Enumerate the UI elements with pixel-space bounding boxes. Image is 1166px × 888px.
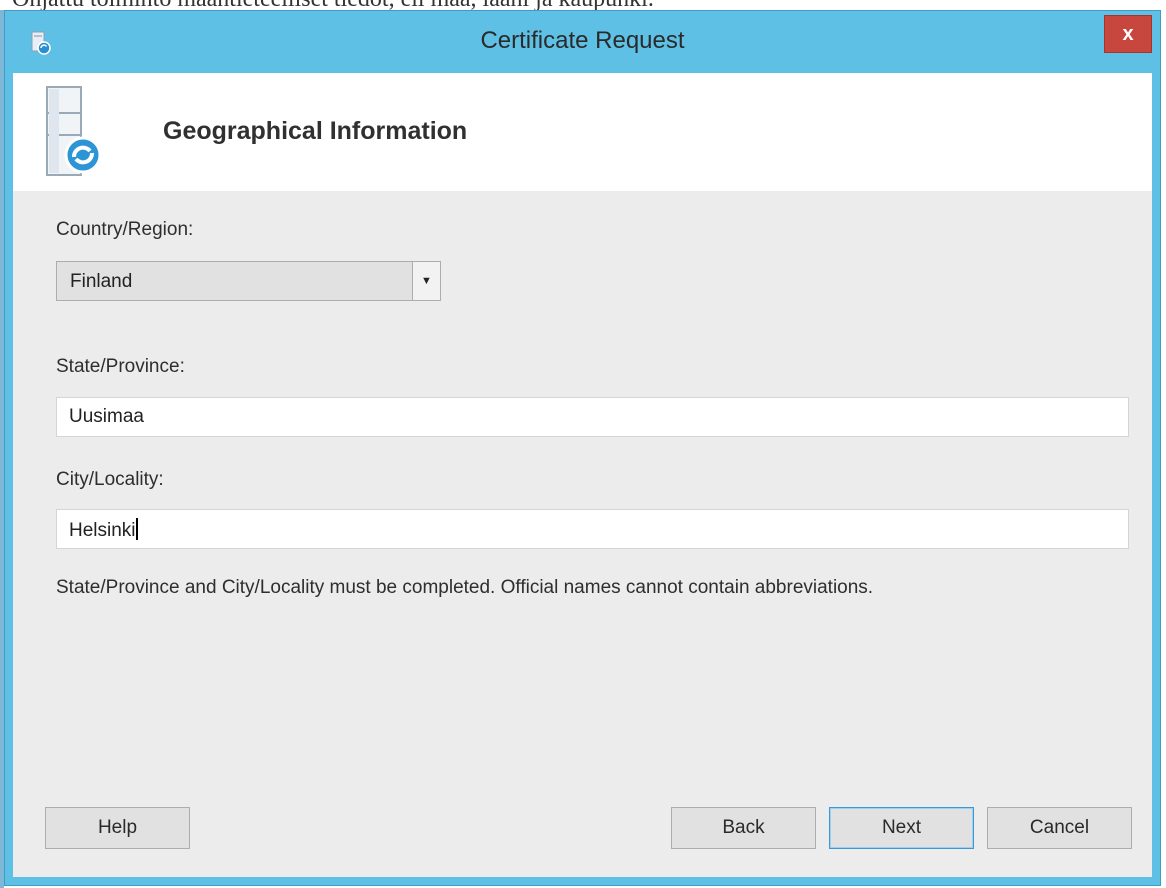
state-value: Uusimaa (69, 406, 144, 427)
country-label: Country/Region: (56, 219, 194, 240)
page-title: Geographical Information (163, 117, 468, 145)
state-field[interactable]: Uusimaa (56, 397, 1129, 437)
city-label: City/Locality: (56, 469, 164, 490)
back-button[interactable]: Back (671, 807, 816, 849)
certificate-server-icon (46, 86, 102, 176)
validation-note: State/Province and City/Locality must be… (56, 577, 874, 598)
dialog-content: Geographical Information Country/Region:… (13, 73, 1152, 877)
country-dropdown[interactable]: Finland ▼ (56, 261, 441, 301)
cancel-button[interactable]: Cancel (987, 807, 1132, 849)
city-field[interactable]: Helsinki (56, 509, 1129, 549)
window-title: Certificate Request (480, 27, 685, 54)
help-button[interactable]: Help (45, 807, 190, 849)
country-value: Finland (70, 271, 133, 292)
close-button[interactable]: x (1104, 15, 1152, 53)
state-label: State/Province: (56, 356, 185, 377)
wizard-header: Geographical Information (13, 73, 1152, 191)
city-value: Helsinki (69, 520, 136, 541)
next-button[interactable]: Next (829, 807, 974, 849)
text-caret (135, 518, 138, 540)
chevron-down-icon[interactable]: ▼ (412, 262, 440, 300)
title-bar[interactable]: Certificate Request x (5, 11, 1160, 73)
certificate-request-dialog: Certificate Request x Geographical Infor… (4, 10, 1161, 886)
